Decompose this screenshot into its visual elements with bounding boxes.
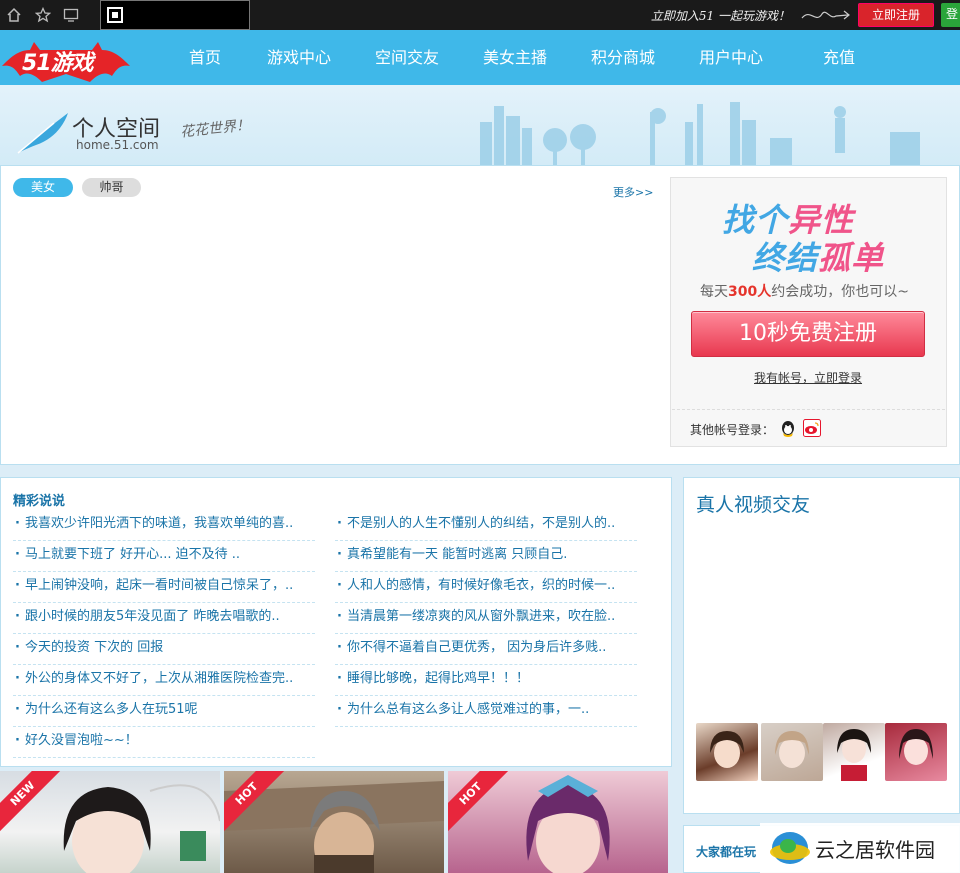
address-field[interactable] [100,0,250,30]
city-skyline-illustration [480,102,920,165]
other-login-label: 其他帐号登录： [690,423,775,437]
tab-guys[interactable]: 帅哥 [82,178,141,197]
nav-menu: 首页 游戏中心 空间交友 美女主播 积分商城 用户中心 充值 [165,30,893,85]
avatar[interactable] [761,723,823,781]
weibo-icon[interactable] [803,419,821,437]
home-icon[interactable] [6,7,22,23]
avatar[interactable] [696,723,758,781]
feather-icon [17,113,68,154]
avatar[interactable] [823,723,885,781]
star-icon[interactable] [34,6,52,23]
post-item[interactable]: 你不得不逼着自己更优秀， 因为身后许多贱.. [335,635,637,665]
register-subtext: 每天300人约会成功，你也可以~ [700,284,909,300]
logo-text: 51游戏 [22,51,94,76]
register-headline-2: 终结孤单 [752,239,885,277]
nav-home[interactable]: 首页 [165,30,245,85]
yunzhiju-logo-icon [770,832,810,864]
space-url: home.51.com [76,138,159,152]
post-item[interactable]: 为什么总有这么多让人感觉难过的事，一.. [335,697,637,727]
post-item[interactable]: 睡得比够晚，起得比鸡早！！！ [335,666,637,696]
register-divider [672,409,945,410]
nav-user-center[interactable]: 用户中心 [677,30,785,85]
have-account-login-link[interactable]: 我有帐号，立即登录 [754,369,862,386]
post-item[interactable]: 早上闹钟没响，起床一看时间被自己惊呆了，.. [13,573,315,603]
avatar[interactable] [885,723,947,781]
nav-social[interactable]: 空间交友 [353,30,461,85]
post-item[interactable]: 不是别人的人生不懂别人的纠结，不是别人的.. [335,511,637,541]
post-item[interactable]: 当清晨第一缕凉爽的风从窗外飘进来，吹在脸.. [335,604,637,634]
popular-games-title: 大家都在玩 [696,845,757,859]
nav-game-center[interactable]: 游戏中心 [245,30,353,85]
post-item[interactable]: 跟小时候的朋友5年没见面了 昨晚去唱歌的.. [13,604,315,634]
join-promo-text: 立即加入51 一起玩游戏！ [650,9,790,23]
hot-badge: HOT [448,771,518,841]
tab-girls[interactable]: 美女 [13,178,73,197]
post-item[interactable]: 人和人的感情，有时候好像毛衣，织的时候一.. [335,573,637,603]
video-chat-title: 真人视频交友 [696,494,811,516]
page-icon [107,7,123,23]
post-item[interactable]: 为什么还有这么多人在玩51呢 [13,697,315,727]
hot-badge: HOT [224,771,294,841]
post-item[interactable]: 马上就要下班了 好开心... 迫不及待 .. [13,542,315,572]
nav-recharge[interactable]: 充值 [785,30,893,85]
post-item[interactable]: 今天的投资 下次的 回报 [13,635,315,665]
nav-anchors[interactable]: 美女主播 [461,30,569,85]
top-login-button[interactable]: 登 [941,3,960,27]
post-item[interactable]: 好久没冒泡啦~~！ [13,728,315,758]
curly-arrow-icon [801,10,850,20]
post-item[interactable]: 真希望能有一天 能暂时逃离 只顾自己. [335,542,637,572]
posts-title: 精彩说说 [13,494,66,509]
top-register-button[interactable]: 立即注册 [858,3,934,27]
screen-icon[interactable] [63,7,79,23]
more-link[interactable]: 更多>> [613,184,653,200]
post-item[interactable]: 外公的身体又不好了，上次从湘雅医院检查完.. [13,666,315,696]
nav-points-mall[interactable]: 积分商城 [569,30,677,85]
free-register-button[interactable]: 10秒免费注册 [691,311,925,357]
post-item[interactable]: 我喜欢少许阳光洒下的味道，我喜欢单纯的喜.. [13,511,315,541]
watermark-text: 云之居软件园 [815,838,935,862]
qq-icon[interactable] [778,419,798,439]
new-badge: NEW [0,771,70,841]
